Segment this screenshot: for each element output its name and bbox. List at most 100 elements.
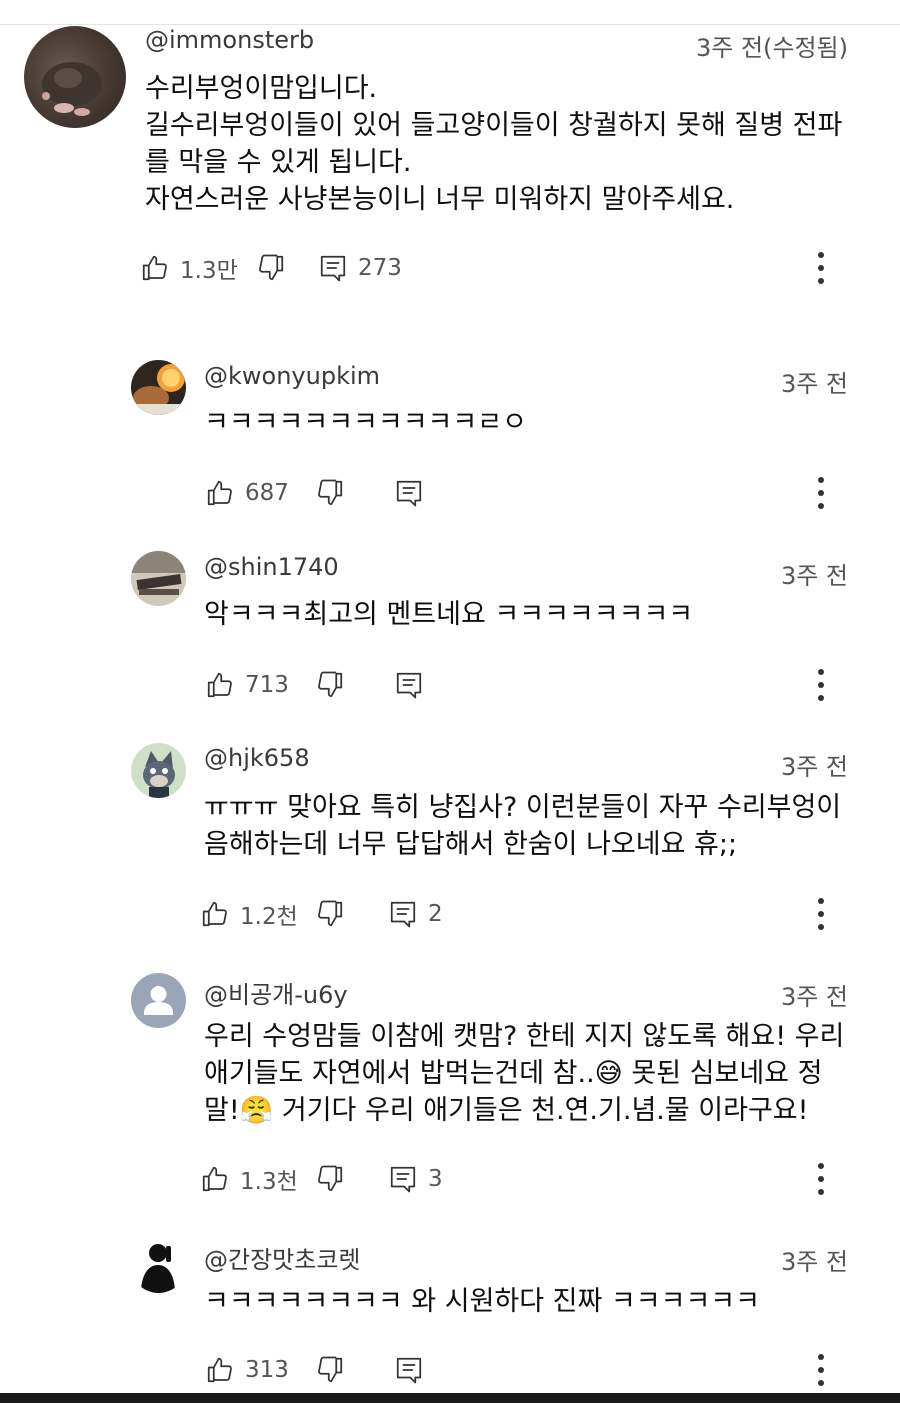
room-image [131,551,186,606]
more-options-button[interactable] [814,1350,828,1390]
dislike-button[interactable] [315,665,345,705]
more-vert-icon-dot [818,1367,824,1373]
avatar[interactable] [131,1238,186,1293]
avatar[interactable] [131,360,186,415]
like-button[interactable]: 1.3만 [140,248,238,288]
more-options-button[interactable] [814,473,828,513]
more-vert-icon-dot [818,911,824,917]
reply-icon [390,1166,416,1193]
dislike-button[interactable] [315,1159,345,1199]
thumbs-down-icon [318,671,343,698]
thumbs-down-icon [318,1165,343,1192]
comment-actions: 1.3만 273 [140,248,840,288]
comment-timestamp[interactable]: 3주 전 [781,1242,848,1277]
reply-button[interactable] [394,665,434,705]
comment-actions: 1.2천 2 [200,894,800,934]
comment-timestamp[interactable]: 3주 전 [781,977,848,1012]
cartoon-cat-image [131,743,186,798]
comment-text: 수리부엉이맘입니다. 길수리부엉이들이 있어 들고양이들이 창궐하지 못해 질병… [145,73,843,215]
more-vert-icon-dot [818,1380,824,1386]
like-count: 713 [245,672,289,698]
like-count: 313 [245,1357,289,1383]
comment-author[interactable]: @hjk658 [204,744,310,772]
more-options-button[interactable] [814,248,828,288]
reply-count: 273 [358,255,402,281]
more-vert-icon-dot [818,278,824,284]
comment-timestamp[interactable]: 3주 전 [781,364,848,399]
more-vert-icon [818,1354,824,1360]
more-options-button[interactable] [814,1159,828,1199]
comment-author[interactable]: @kwonyupkim [204,362,380,390]
comment-text: ㅋㅋㅋㅋㅋㅋㅋㅋㅋㅋㅋㄹㅇ [204,407,527,438]
more-vert-icon-dot [818,1176,824,1182]
like-count: 687 [245,480,289,506]
comment-actions: 313 [205,1350,805,1390]
comment-timestamp[interactable]: 3주 전(수정됨) [696,28,848,63]
like-count: 1.3천 [240,1169,298,1195]
like-button[interactable]: 313 [205,1350,289,1390]
reply-button[interactable]: 3 [388,1159,443,1199]
more-vert-icon [818,1163,824,1169]
like-button[interactable]: 1.3천 [200,1159,298,1199]
silhouette-image [141,1244,175,1293]
more-vert-icon-dot [818,924,824,930]
like-button[interactable]: 687 [205,473,289,513]
comment-text: ㅋㅋㅋㅋㅋㅋㅋㅋ 와 시원하다 진짜 ㅋㅋㅋㅋㅋㅋ [204,1286,760,1317]
like-button[interactable]: 713 [205,665,289,705]
avatar[interactable] [131,743,186,798]
reply-icon [396,480,422,507]
more-options-button[interactable] [814,894,828,934]
reply-icon [396,672,422,699]
reply-icon [396,1357,422,1384]
comment-actions: 713 [205,665,805,705]
comment-author[interactable]: @immonsterb [145,26,314,54]
thumbs-down-icon [318,900,343,927]
reply-button[interactable] [394,1350,434,1390]
like-count: 1.2천 [240,904,298,930]
like-count: 1.3만 [180,258,238,284]
more-vert-icon-dot [818,682,824,688]
reply-button[interactable]: 2 [388,894,443,934]
dislike-button[interactable] [256,248,286,288]
dislike-button[interactable] [315,473,345,513]
top-divider [0,24,900,25]
comment-author[interactable]: @비공개-u6y [204,975,348,1010]
reply-button[interactable]: 273 [318,248,402,288]
more-options-button[interactable] [814,665,828,705]
more-vert-icon [818,477,824,483]
system-bottom-bar [0,1393,900,1403]
comment-text: 우리 수엉맘들 이참에 캣맘? 한테 지지 않도록 해요! 우리 애기들도 자연… [204,1021,845,1126]
more-vert-icon-dot [818,503,824,509]
avatar[interactable] [131,973,186,1028]
comment-actions: 687 [205,473,805,513]
like-button[interactable]: 1.2천 [200,894,298,934]
more-vert-icon [818,669,824,675]
reply-button[interactable] [394,473,434,513]
mole-image [42,62,102,116]
comment-timestamp[interactable]: 3주 전 [781,556,848,591]
more-vert-icon [818,252,824,258]
thumbs-up-icon [207,480,232,506]
dislike-button[interactable] [315,894,345,934]
reply-count: 3 [428,1166,443,1192]
comment-timestamp[interactable]: 3주 전 [781,747,848,782]
avatar[interactable] [131,551,186,606]
thumbs-down-icon [318,479,343,506]
comment-text: 악ㅋㅋㅋ최고의 멘트네요 ㅋㅋㅋㅋㅋㅋㅋㅋ [204,599,694,630]
reply-icon [320,255,346,282]
reply-icon [390,901,416,928]
thumbs-up-icon [202,901,227,927]
comment-author[interactable]: @shin1740 [204,553,339,581]
comment-actions: 1.3천 3 [200,1159,800,1199]
avatar[interactable] [24,26,126,128]
comment-text: ㅠㅠㅠ 맞아요 특히 냥집사? 이런분들이 자꾸 수리부엉이 음해하는데 너무 … [204,792,842,860]
comment-author[interactable]: @간장맛초코렛 [204,1240,360,1275]
default-person-icon [144,986,173,1015]
more-vert-icon-dot [818,695,824,701]
thumbs-down-icon [259,254,284,281]
reply-count: 2 [428,901,443,927]
more-vert-icon-dot [818,490,824,496]
thumbs-up-icon [207,672,232,698]
dislike-button[interactable] [315,1350,345,1390]
thumbs-up-icon [207,1357,232,1383]
